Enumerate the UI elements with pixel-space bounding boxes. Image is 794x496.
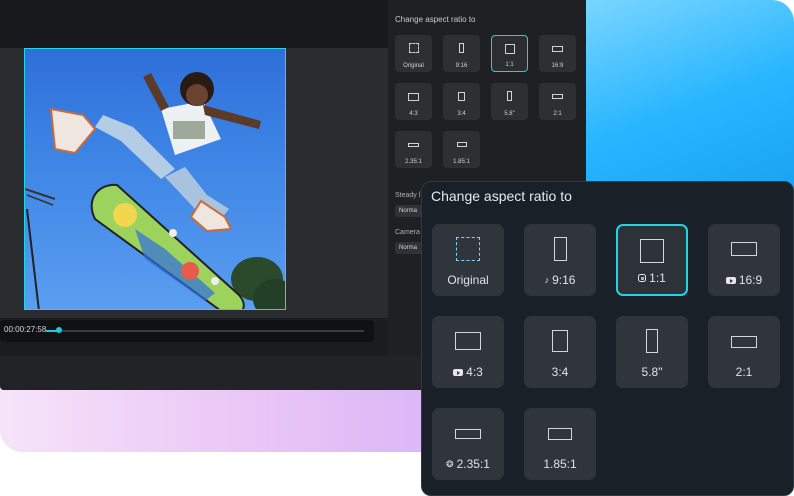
aspect-option-text: 2.35:1: [456, 457, 490, 471]
aspect-option-label: 1.85:1: [524, 457, 596, 471]
aspect-option-text: 4:3: [466, 365, 483, 379]
ratio-preview-shape: [408, 43, 419, 53]
video-preview-frame[interactable]: [24, 48, 286, 310]
side-aspect-option-label: 4:3: [409, 111, 418, 117]
scrub-track[interactable]: [46, 330, 364, 332]
aspect-option-label: 1:1: [618, 271, 686, 285]
instagram-icon: [638, 274, 647, 282]
ratio-preview-shape: [504, 44, 515, 54]
tiktok-icon: ♪: [544, 275, 550, 285]
ratio-preview-shape: [455, 429, 481, 439]
ratio-preview-shape: [640, 239, 664, 263]
side-aspect-option-label: Original: [403, 63, 424, 69]
aspect-option-5-8in[interactable]: 5.8": [616, 316, 688, 388]
side-aspect-option-label: 2.35:1: [405, 159, 422, 165]
youtube-icon: [453, 369, 464, 376]
panel-title: Change aspect ratio to: [431, 188, 572, 204]
decorative-cyan-backdrop: [560, 0, 794, 190]
ratio-preview-shape: [548, 428, 572, 440]
side-aspect-option-2-1[interactable]: 2:1: [539, 83, 576, 120]
playback-timeline[interactable]: 00:00:27:58: [0, 320, 374, 342]
aspect-option-text: 3:4: [551, 365, 569, 379]
camera-label: Camera: [395, 229, 420, 236]
aspect-option-2-1[interactable]: 2:1: [708, 316, 780, 388]
ratio-preview-shape: [552, 94, 563, 99]
aspect-option-9-16[interactable]: ♪ 9:16: [524, 224, 596, 296]
ratio-preview-shape: [553, 237, 567, 261]
aspect-option-text: 1.85:1: [543, 457, 577, 471]
aspect-option-text: 5.8": [641, 365, 663, 379]
side-aspect-option-label: 9:16: [455, 63, 468, 69]
side-aspect-option-4-3[interactable]: 4:3: [395, 83, 432, 120]
aspect-option-label: 2:1: [708, 365, 780, 379]
decorative-pink-backdrop: [0, 380, 450, 452]
aspect-option-text: 1:1: [649, 271, 666, 285]
ratio-preview-shape: [507, 91, 512, 101]
ratio-preview-shape: [408, 93, 419, 101]
ratio-preview-shape: [731, 336, 757, 348]
aspect-option-1-1[interactable]: 1:1: [616, 224, 688, 296]
side-aspect-option-5-8in[interactable]: 5.8": [491, 83, 528, 120]
aspect-option-label: 4:3: [432, 365, 504, 379]
youtube-icon: [725, 277, 736, 284]
side-aspect-option-original[interactable]: Original: [395, 35, 432, 72]
aspect-option-3-4[interactable]: 3:4: [524, 316, 596, 388]
ratio-preview-shape: [552, 330, 568, 352]
aspect-option-1-85-1[interactable]: 1.85:1: [524, 408, 596, 480]
aspect-option-original[interactable]: Original: [432, 224, 504, 296]
ratio-preview-shape: [731, 242, 757, 256]
side-aspect-option-label: 1.85:1: [453, 159, 470, 165]
ratio-preview-shape: [456, 142, 467, 147]
side-aspect-option-label: 1:1: [505, 62, 514, 68]
aspect-option-4-3[interactable]: 4:3: [432, 316, 504, 388]
aspect-option-label: 16:9: [708, 273, 780, 287]
steady-label: Steady l: [395, 192, 421, 199]
side-aspect-option-label: 2:1: [553, 111, 562, 117]
aspect-option-label: Original: [432, 273, 504, 287]
aspect-option-text: 2:1: [735, 365, 753, 379]
film-reel-icon: ❂: [446, 459, 454, 469]
editor-toolbar: [0, 0, 388, 48]
ratio-preview-shape: [646, 329, 658, 353]
side-aspect-option-2-35-1[interactable]: 2.35:1: [395, 131, 432, 168]
ratio-preview-shape: [455, 332, 481, 350]
aspect-option-label: ❂ 2.35:1: [432, 457, 504, 471]
ratio-preview-shape: [456, 237, 480, 261]
ratio-preview-shape: [459, 43, 464, 53]
aspect-option-text: 16:9: [738, 273, 763, 287]
aspect-option-label: 3:4: [524, 365, 596, 379]
side-panel-title: Change aspect ratio to: [395, 15, 476, 24]
side-aspect-option-1-1[interactable]: 1:1: [491, 35, 528, 72]
timecode: 00:00:27:58: [4, 325, 47, 334]
side-aspect-option-1-85-1[interactable]: 1.85:1: [443, 131, 480, 168]
side-aspect-option-3-4[interactable]: 3:4: [443, 83, 480, 120]
side-aspect-option-label: 5.8": [504, 111, 515, 117]
aspect-option-text: Original: [447, 273, 489, 287]
side-aspect-option-label: 3:4: [457, 111, 466, 117]
aspect-option-label: 5.8": [616, 365, 688, 379]
aspect-option-label: ♪ 9:16: [524, 273, 596, 287]
aspect-ratio-panel: Change aspect ratio to Original ♪ 9:16 1:1 1…: [421, 181, 794, 496]
ratio-preview-shape: [408, 143, 419, 147]
aspect-option-2-35-1[interactable]: ❂ 2.35:1: [432, 408, 504, 480]
aspect-option-16-9[interactable]: 16:9: [708, 224, 780, 296]
side-aspect-option-16-9[interactable]: 16:9: [539, 35, 576, 72]
scrub-handle[interactable]: [56, 327, 62, 333]
skater-photo: [25, 72, 285, 309]
ratio-preview-shape: [552, 46, 563, 52]
ratio-preview-shape: [458, 92, 465, 101]
side-aspect-option-label: 16:9: [551, 63, 564, 69]
side-aspect-option-9-16[interactable]: 9:16: [443, 35, 480, 72]
aspect-option-text: 9:16: [552, 273, 576, 287]
